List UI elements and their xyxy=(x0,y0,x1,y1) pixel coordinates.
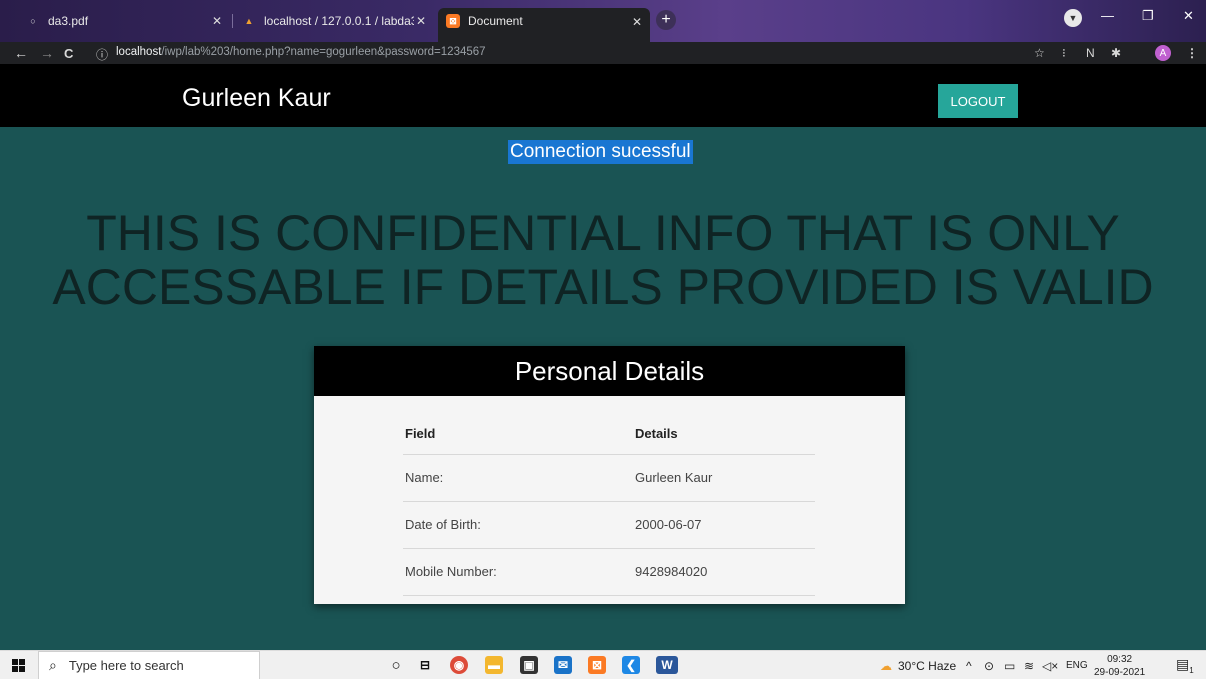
brand-name: Gurleen Kaur xyxy=(182,84,331,112)
row-value: 9428984020 xyxy=(633,548,815,596)
new-tab-button[interactable]: + xyxy=(656,10,676,30)
weather-icon[interactable]: ☁ xyxy=(880,659,892,673)
column-header-field: Field xyxy=(403,414,633,455)
chrome-icon[interactable]: ◉ xyxy=(450,656,468,674)
row-value: 2000-06-07 xyxy=(633,501,815,549)
close-window-icon[interactable]: ✕ xyxy=(1183,8,1194,24)
search-icon: ⌕ xyxy=(49,657,57,673)
restore-icon[interactable]: ❐ xyxy=(1142,8,1154,24)
clock-date: 29-09-2021 xyxy=(1094,667,1146,678)
extension-icon[interactable]: ⁝ xyxy=(1062,46,1066,60)
column-header-details: Details xyxy=(633,414,815,455)
tab-label: da3.pdf xyxy=(48,14,89,28)
personal-details-card: Personal Details Field Details Name: Gur… xyxy=(314,346,905,604)
clock[interactable]: 09:32 29-09-2021 xyxy=(1094,653,1145,679)
star-icon[interactable]: ☆ xyxy=(1034,46,1045,60)
globe-icon: ○ xyxy=(30,16,36,26)
wifi-icon[interactable]: ≋ xyxy=(1024,659,1034,673)
row-field: Name: xyxy=(403,454,633,502)
volume-icon[interactable]: ◁× xyxy=(1042,659,1058,673)
store-icon[interactable]: ▣ xyxy=(520,656,538,674)
mail-icon[interactable]: ✉ xyxy=(554,656,572,674)
table-row: Mobile Number: 9428984020 xyxy=(403,548,815,596)
file-explorer-icon[interactable]: ▬ xyxy=(485,656,503,674)
tab-phpmyadmin[interactable]: ▲ localhost / 127.0.0.1 / labda3 / re ✕ xyxy=(234,8,434,34)
windows-start-icon[interactable] xyxy=(12,659,25,672)
minimize-icon[interactable]: — xyxy=(1101,8,1114,23)
notification-count: 1 xyxy=(1189,665,1194,675)
info-icon[interactable]: ⓘ xyxy=(96,46,108,63)
url-field[interactable]: localhost/iwp/lab%203/home.php?name=gogu… xyxy=(116,46,486,58)
menu-kebab-icon[interactable]: ⋮ xyxy=(1186,46,1198,60)
weather-text[interactable]: 30°C Haze xyxy=(898,659,956,673)
notification-icon[interactable]: ▤1 xyxy=(1176,656,1194,675)
close-icon[interactable]: ✕ xyxy=(212,14,222,28)
table-row: Name: Gurleen Kaur xyxy=(403,454,815,502)
details-table: Field Details Name: Gurleen Kaur Date of… xyxy=(403,414,815,596)
reload-icon[interactable]: C xyxy=(64,46,73,61)
language-indicator[interactable]: ENG xyxy=(1066,660,1088,671)
phpmyadmin-icon: ▲ xyxy=(244,16,254,26)
headline-line-1: THIS IS CONFIDENTIAL INFO THAT IS ONLY xyxy=(86,205,1120,261)
tab-document[interactable]: ⊠ Document ✕ xyxy=(438,8,650,42)
profile-avatar[interactable]: A xyxy=(1155,45,1171,61)
extension-n-icon[interactable]: N xyxy=(1086,46,1095,60)
xampp-taskbar-icon[interactable]: ⊠ xyxy=(588,656,606,674)
clock-time: 09:32 xyxy=(1107,654,1133,665)
tab-separator xyxy=(232,14,233,28)
row-field: Mobile Number: xyxy=(403,548,633,596)
row-value: Gurleen Kaur xyxy=(633,454,815,502)
vscode-icon[interactable]: ❮ xyxy=(622,656,640,674)
close-icon[interactable]: ✕ xyxy=(632,15,642,29)
cortana-icon[interactable]: ○ xyxy=(387,656,405,674)
tab-search-icon[interactable]: ▼ xyxy=(1064,9,1082,27)
card-title: Personal Details xyxy=(314,346,905,396)
close-icon[interactable]: ✕ xyxy=(416,14,426,28)
connection-status: Connection sucessful xyxy=(508,140,693,164)
url-host: localhost xyxy=(116,46,162,58)
word-icon[interactable]: W xyxy=(656,656,678,674)
search-placeholder: Type here to search xyxy=(68,658,184,673)
tab-label: Document xyxy=(468,14,523,28)
back-arrow-icon[interactable]: ← xyxy=(14,45,28,61)
table-header-row: Field Details xyxy=(403,414,815,455)
url-path: /iwp/lab%203/home.php?name=gogurleen&pas… xyxy=(161,46,486,58)
browser-tab-strip: ○ da3.pdf ✕ ▲ localhost / 127.0.0.1 / la… xyxy=(0,0,1206,42)
row-field: Date of Birth: xyxy=(403,501,633,549)
headline-line-2: ACCESSABLE IF DETAILS PROVIDED IS VALID xyxy=(52,259,1154,315)
confidential-headline: THIS IS CONFIDENTIAL INFO THAT IS ONLY A… xyxy=(0,206,1206,314)
puzzle-icon[interactable]: ✱ xyxy=(1111,46,1121,60)
tab-label: localhost / 127.0.0.1 / labda3 / re xyxy=(264,14,414,28)
table-row: Date of Birth: 2000-06-07 xyxy=(403,501,815,549)
chevron-up-icon[interactable]: ^ xyxy=(966,659,972,673)
forward-arrow-icon[interactable]: → xyxy=(40,45,54,61)
xampp-icon: ⊠ xyxy=(446,14,460,28)
logout-button[interactable]: LOGOUT xyxy=(938,84,1018,118)
tab-da3-pdf[interactable]: ○ da3.pdf ✕ xyxy=(18,8,230,34)
address-bar: ← → C ⓘ localhost/iwp/lab%203/home.php?n… xyxy=(0,42,1206,64)
page-navbar: Gurleen Kaur LOGOUT xyxy=(0,64,1206,127)
task-view-icon[interactable]: ⊟ xyxy=(416,656,434,674)
taskbar-search-input[interactable]: ⌕ Type here to search xyxy=(38,651,260,679)
battery-icon[interactable]: ▭ xyxy=(1004,659,1015,673)
meet-icon[interactable]: ⊙ xyxy=(984,659,994,673)
windows-taskbar: ⌕ Type here to search ○ ⊟ ◉ ▬ ▣ ✉ ⊠ ❮ W … xyxy=(0,650,1206,679)
